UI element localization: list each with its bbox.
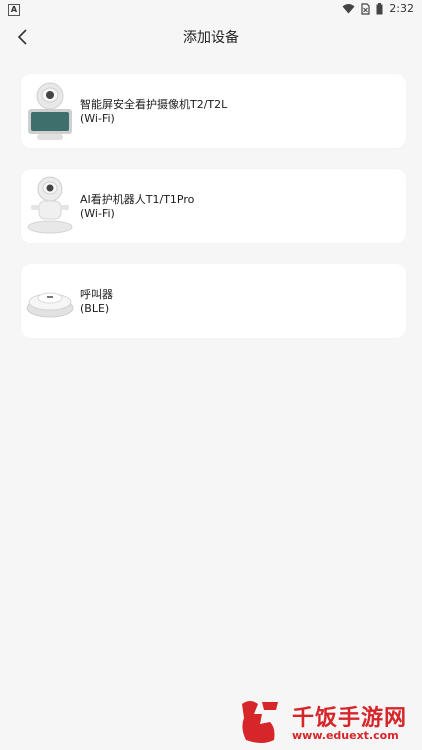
device-connection-type: (Wi-Fi) [80, 207, 115, 220]
device-connection-type: (Wi-Fi) [80, 112, 115, 125]
device-info: 智能屏安全看护摄像机T2/T2L (Wi-Fi) [80, 98, 227, 126]
status-time: 2:32 [389, 2, 414, 15]
top-bar: 添加设备 [0, 18, 422, 56]
device-list: 智能屏安全看护摄像机T2/T2L (Wi-Fi) AI看护机器人T1/T1Pro… [21, 74, 406, 359]
status-notification-area: A [8, 2, 20, 16]
battery-icon [376, 2, 383, 14]
device-connection-type: (BLE) [80, 302, 110, 315]
camera-robot-icon [27, 176, 73, 234]
round-caller-button-icon [26, 292, 74, 318]
wifi-icon [342, 4, 355, 14]
status-bar: A 2:32 [0, 0, 422, 18]
watermark-url: www.eduext.com [292, 729, 399, 742]
device-card-t1[interactable]: AI看护机器人T1/T1Pro (Wi-Fi) [21, 169, 406, 243]
page-title: 添加设备 [183, 30, 239, 46]
device-name: 呼叫器 [80, 288, 113, 301]
rice-bowl-logo-icon [242, 701, 278, 743]
site-watermark: 千饭手游网 www.eduext.com [236, 696, 422, 750]
device-name: AI看护机器人T1/T1Pro [80, 193, 195, 206]
status-system-area: 2:32 [342, 2, 414, 15]
device-card-caller[interactable]: 呼叫器 (BLE) [21, 264, 406, 338]
camera-robot-with-screen-icon [28, 82, 72, 140]
device-card-t2[interactable]: 智能屏安全看护摄像机T2/T2L (Wi-Fi) [21, 74, 406, 148]
app-notification-icon: A [8, 4, 20, 16]
no-sim-icon [361, 2, 370, 15]
device-info: AI看护机器人T1/T1Pro (Wi-Fi) [80, 193, 194, 221]
watermark-logo-text: 千饭手游网 [292, 706, 408, 731]
device-info: 呼叫器 (BLE) [80, 288, 113, 316]
device-name: 智能屏安全看护摄像机T2/T2L [80, 98, 228, 111]
